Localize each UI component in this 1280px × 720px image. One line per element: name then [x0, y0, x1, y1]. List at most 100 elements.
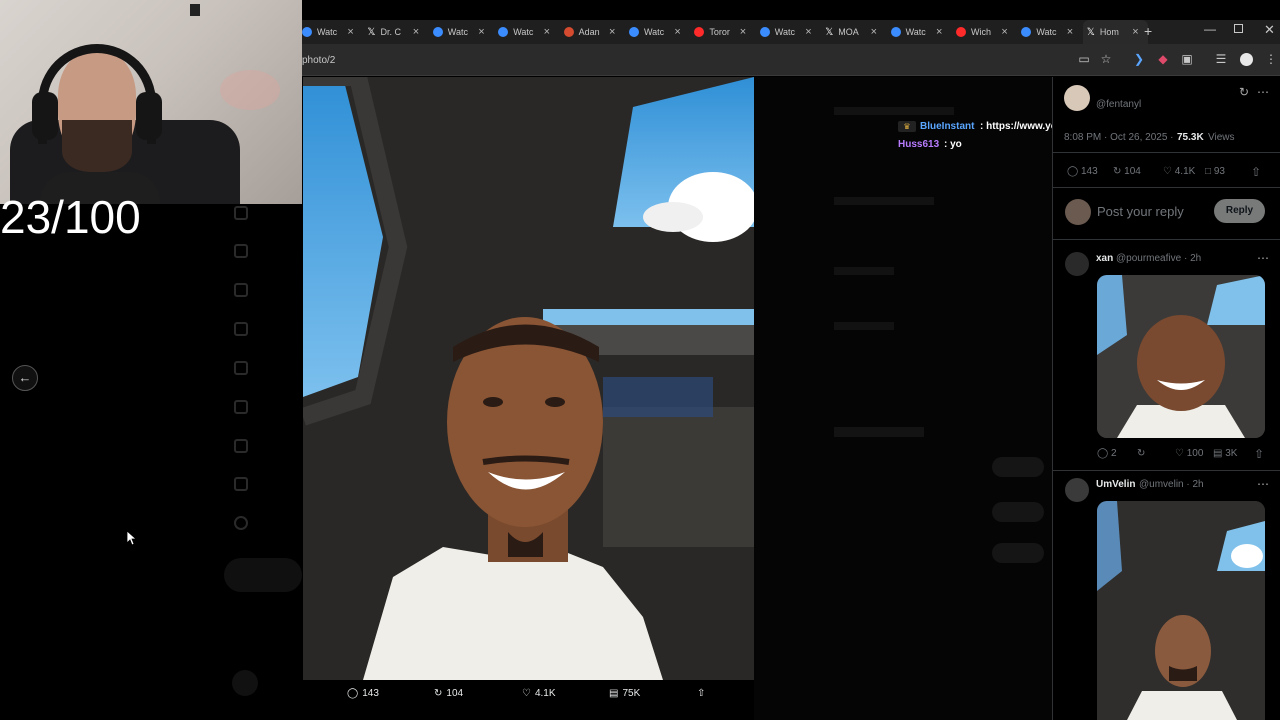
dimmed-trends-area [754, 77, 1052, 720]
tab[interactable]: Watc × [1017, 20, 1082, 44]
grok-icon[interactable]: ↻ [1239, 85, 1249, 99]
more-icon[interactable]: ⋯ [1257, 477, 1269, 491]
minimize-icon[interactable]: — [1204, 22, 1216, 36]
reply-author-name[interactable]: UmVelin [1096, 479, 1135, 490]
like-stat[interactable]: ♡ 4.1K [1163, 166, 1195, 177]
puzzle-icon[interactable]: ▣ [1180, 52, 1194, 66]
x-icon: 𝕏 [825, 26, 834, 38]
edge-icon [498, 27, 509, 37]
close-tab-icon[interactable]: × [936, 26, 942, 38]
reply-panel: @fentanyl ↻ ⋯ 8:08 PM · Oct 26, 2025 · 7… [1052, 77, 1280, 720]
tab-label: MOA [838, 27, 859, 37]
reply-like-count: 100 [1186, 448, 1204, 459]
reply-reply-stat[interactable]: ◯ 2 [1097, 448, 1117, 459]
star-icon[interactable]: ☆ [1099, 52, 1113, 66]
tab[interactable]: 𝕏 Hom × [1082, 20, 1149, 44]
x-icon: 𝕏 [367, 26, 376, 38]
new-tab-button[interactable]: + [1144, 23, 1152, 39]
counter-text: 23/100 [0, 191, 141, 243]
chat-username: Huss613 [898, 139, 940, 150]
edge-icon [432, 27, 443, 37]
edge-icon [1021, 27, 1032, 37]
repost-action[interactable]: ↻ 104 [434, 688, 463, 699]
tab-label: Adan [578, 27, 600, 37]
close-tab-icon[interactable]: × [805, 26, 811, 38]
read-aloud-icon[interactable]: ❯ [1132, 52, 1146, 66]
close-tab-icon[interactable]: × [1067, 26, 1073, 38]
reply-share-icon[interactable]: ⇧ [1254, 447, 1264, 461]
reply-repost-icon[interactable]: ↻ [1137, 448, 1145, 459]
tab[interactable]: Watc × [298, 20, 363, 44]
reply-avatar[interactable] [1065, 252, 1089, 276]
reply-stat[interactable]: ◯ 143 [1067, 166, 1098, 177]
chat-message: : yo [944, 139, 962, 150]
bookmark-stat[interactable]: □ 93 [1205, 166, 1225, 177]
reply-image[interactable] [1097, 501, 1265, 720]
post-timestamp: 8:08 PM · Oct 26, 2025 · [1064, 132, 1174, 143]
share-icon[interactable]: ⇧ [1251, 165, 1261, 179]
sidebar-icon[interactable]: ☰ [1214, 52, 1228, 66]
tab-label: Hom [1099, 27, 1119, 37]
close-tab-icon[interactable]: × [609, 26, 615, 38]
close-tab-icon[interactable]: × [478, 26, 484, 38]
tab[interactable]: Watc × [494, 20, 559, 44]
tab-label: Dr. C [380, 27, 401, 37]
tab[interactable]: Wich × [952, 20, 1017, 44]
close-tab-icon[interactable]: × [413, 26, 419, 38]
repost-stat[interactable]: ↻ 104 [1113, 166, 1141, 177]
reply-action[interactable]: ◯ 143 [347, 688, 379, 699]
install-app-icon[interactable]: ▭ [1077, 52, 1091, 66]
reply-author-handle[interactable]: @pourmeafive · 2h [1116, 253, 1201, 264]
edge-icon [890, 27, 901, 37]
profile-icon[interactable] [1240, 53, 1253, 66]
more-icon[interactable]: ⋯ [1257, 85, 1269, 99]
views-action[interactable]: ▤ 75K [609, 688, 640, 699]
like-action[interactable]: ♡ 4.1K [522, 688, 556, 699]
reply-image[interactable] [1097, 275, 1265, 438]
reply-reply-count: 2 [1110, 448, 1117, 459]
close-tab-icon[interactable]: × [740, 26, 746, 38]
dimmed-post-button [224, 558, 302, 592]
close-tab-icon[interactable]: × [871, 26, 877, 38]
close-tab-icon[interactable]: × [1132, 26, 1138, 38]
extension-icon[interactable]: ◆ [1156, 52, 1170, 66]
address-text[interactable]: photo/2 [302, 55, 335, 66]
tab-label: Toror [709, 27, 730, 37]
lists-icon [234, 361, 248, 375]
tab[interactable]: Watc × [429, 20, 494, 44]
communities-icon [234, 439, 248, 453]
reply-views-stat[interactable]: ▤ 3K [1213, 448, 1237, 459]
tab[interactable]: 𝕏 MOA × [821, 20, 886, 44]
reply-button[interactable]: Reply [1214, 199, 1265, 223]
restore-icon[interactable] [1234, 24, 1243, 33]
tab[interactable]: Watc × [756, 20, 821, 44]
reply-like-stat[interactable]: ♡ 100 [1175, 448, 1203, 459]
close-tab-icon[interactable]: × [544, 26, 550, 38]
reply-input[interactable]: Post your reply [1097, 204, 1184, 219]
tab[interactable]: Watc × [625, 20, 690, 44]
close-window-icon[interactable]: ✕ [1264, 22, 1275, 38]
close-tab-icon[interactable]: × [347, 26, 353, 38]
back-arrow-button[interactable]: ← [12, 365, 38, 391]
tab[interactable]: 𝕏 Dr. C × [363, 20, 428, 44]
views-label: Views [1208, 132, 1235, 143]
reply-avatar[interactable] [1065, 478, 1089, 502]
reply-count: 143 [362, 688, 379, 699]
tab[interactable]: Toror × [690, 20, 755, 44]
tab[interactable]: Adan × [560, 20, 625, 44]
share-action[interactable]: ⇧ [697, 688, 705, 699]
more-icon[interactable]: ⋮ [1264, 52, 1278, 66]
tab-label: Watc [1036, 27, 1057, 37]
tab-label: Watc [317, 27, 338, 37]
close-tab-icon[interactable]: × [674, 26, 680, 38]
tab[interactable]: Watc × [887, 20, 952, 44]
reply-stat-count: 143 [1080, 166, 1098, 177]
reply-author-handle[interactable]: @umvelin · 2h [1139, 479, 1204, 490]
author-avatar[interactable] [1064, 85, 1090, 111]
more-icon[interactable]: ⋯ [1257, 251, 1269, 265]
reply-author-name[interactable]: xan [1096, 253, 1113, 264]
dimmed-avatar [232, 670, 258, 696]
close-tab-icon[interactable]: × [1001, 26, 1007, 38]
author-handle[interactable]: @fentanyl [1096, 99, 1141, 110]
views-count: 75K [622, 688, 641, 699]
